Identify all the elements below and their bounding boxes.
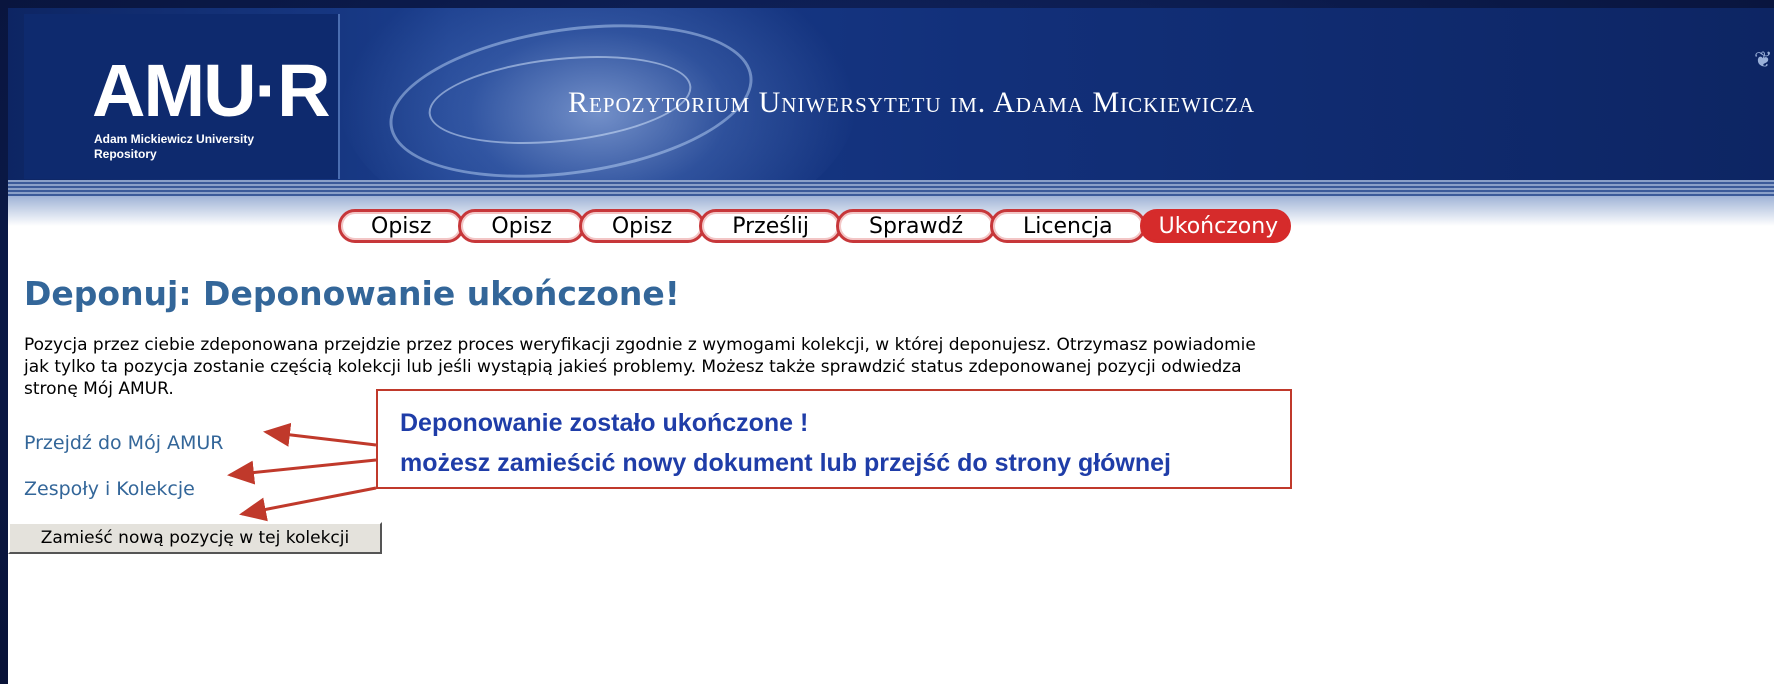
step-license[interactable]: Licencja	[990, 209, 1146, 243]
completion-message-line-1: Pozycja przez ciebie zdeponowana przejdz…	[24, 335, 1256, 355]
repository-page: AMU·R Adam Mickiewicz University Reposit…	[8, 8, 1774, 684]
annotation-line-1: Deponowanie zostało ukończone !	[400, 409, 809, 437]
my-amur-link[interactable]: Przejdź do Mój AMUR	[24, 432, 224, 454]
page-title: Deponuj: Deponowanie ukończone!	[24, 274, 680, 313]
logo-subtitle: Adam Mickiewicz University Repository	[94, 132, 255, 161]
site-title: Repozytorium Uniwersytetu im. Adama Mick…	[568, 86, 1255, 119]
step-describe-1[interactable]: Opisz	[338, 209, 465, 243]
communities-collections-link[interactable]: Zespoły i Kolekcje	[24, 478, 195, 500]
step-verify[interactable]: Sprawdź	[836, 209, 996, 243]
step-upload[interactable]: Prześlij	[699, 209, 843, 243]
logo-wordmark: AMU·R	[92, 49, 331, 132]
banner-stripes	[8, 180, 1774, 196]
submission-progress-bar: Opisz Opisz Opisz Prześlij Sprawdź Licen…	[338, 204, 1338, 248]
annotation-callout: Deponowanie zostało ukończone ! możesz z…	[376, 389, 1292, 489]
arrow-to-new-item-button	[239, 486, 377, 522]
header-banner: AMU·R Adam Mickiewicz University Reposit…	[8, 8, 1774, 196]
arrow-to-my-amur	[263, 422, 377, 447]
site-logo[interactable]: AMU·R Adam Mickiewicz University Reposit…	[24, 14, 340, 179]
annotation-line-2: możesz zamieścić nowy dokument lub przej…	[400, 449, 1171, 477]
completion-message-line-2: jak tylko ta pozycja zostanie częścią ko…	[24, 357, 1242, 377]
step-describe-3[interactable]: Opisz	[578, 209, 706, 243]
arrow-to-communities	[227, 458, 377, 485]
step-describe-2[interactable]: Opisz	[458, 209, 585, 243]
step-complete: Ukończony	[1139, 209, 1292, 243]
emblem-icon: ❦	[1754, 48, 1773, 73]
submit-new-item-button[interactable]: Zamieść nową pozycję w tej kolekcji	[8, 522, 382, 554]
